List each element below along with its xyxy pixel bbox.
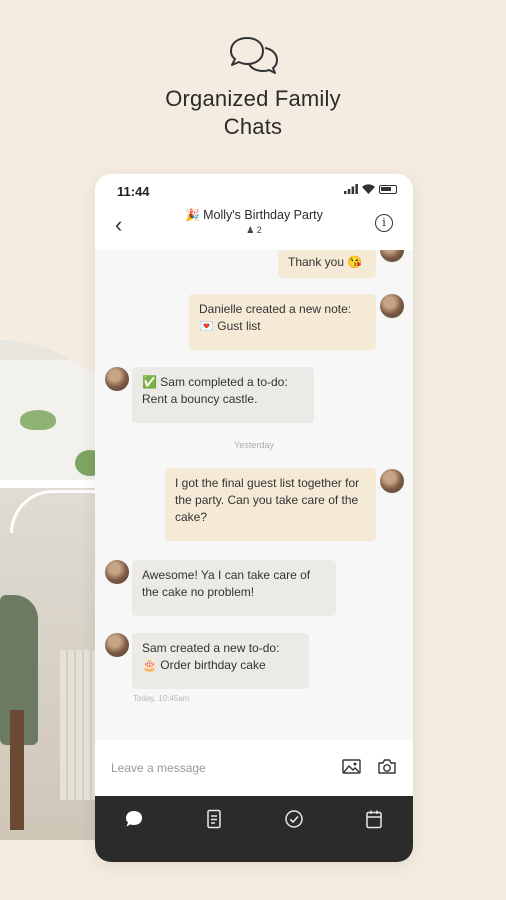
member-count: ♟ 2 <box>95 225 413 236</box>
plant <box>20 410 56 430</box>
phone-screen: 11:44 ‹ 🎉 Molly's Birthday Party ♟ 2 i Th… <box>95 174 413 862</box>
chat-header: ‹ 🎉 Molly's Birthday Party ♟ 2 i <box>95 204 413 250</box>
avatar <box>105 367 129 391</box>
avatar <box>380 469 404 493</box>
status-time: 11:44 <box>117 184 150 199</box>
battery-icon <box>379 184 397 194</box>
message-bubble: ✅ Sam completed a to-do: Rent a bouncy c… <box>132 367 314 423</box>
message-bubble: Sam created a new to-do: 🎂 Order birthda… <box>132 633 309 689</box>
message-composer: Leave a message <box>95 740 413 796</box>
headline-line-2: Chats <box>223 114 283 139</box>
calendar-icon[interactable] <box>363 808 385 830</box>
day-divider: Yesterday <box>234 440 274 450</box>
chair-leg <box>10 710 24 830</box>
message-list: Thank you 😘 Danielle created a new note:… <box>95 250 413 740</box>
avatar <box>105 560 129 584</box>
message-text: Danielle created a new note: <box>199 302 352 316</box>
chat-title-text: Molly's Birthday Party <box>203 208 323 222</box>
message-text: Thank you 😘 <box>288 255 363 269</box>
avatar <box>380 294 404 318</box>
avatar <box>105 633 129 657</box>
image-icon[interactable] <box>342 759 361 774</box>
message-bubble: I got the final guest list together for … <box>165 468 376 541</box>
camera-icon[interactable] <box>377 758 397 775</box>
status-bar: 11:44 <box>95 174 413 204</box>
info-icon[interactable]: i <box>375 214 393 232</box>
todo-title: 🎂 Order birthday cake <box>142 658 266 672</box>
message-input[interactable]: Leave a message <box>111 761 206 775</box>
message-text: ✅ Sam completed a to-do: <box>142 375 288 389</box>
message-text: I got the final guest list together for … <box>175 476 360 524</box>
note-title: 💌 Gust list <box>199 319 261 333</box>
todo-title: Rent a bouncy castle. <box>142 392 258 406</box>
chat-bubbles-icon <box>230 37 278 74</box>
headline-line-1: Organized Family <box>165 86 341 111</box>
chat-icon[interactable] <box>123 808 145 830</box>
message-bubble: Danielle created a new note: 💌 Gust list <box>189 294 376 350</box>
message-text: Awesome! Ya I can take care of the cake … <box>142 568 311 599</box>
avatar <box>380 250 404 262</box>
signal-icon <box>344 184 358 194</box>
todo-icon[interactable] <box>283 808 305 830</box>
wifi-icon <box>362 184 375 194</box>
person-icon: ♟ <box>246 225 255 235</box>
member-count-value: 2 <box>256 225 262 235</box>
message-bubble: Awesome! Ya I can take care of the cake … <box>132 560 336 616</box>
notes-icon[interactable] <box>203 808 225 830</box>
party-emoji: 🎉 <box>185 208 201 222</box>
message-text: Sam created a new to-do: <box>142 641 280 655</box>
chat-title: 🎉 Molly's Birthday Party <box>95 208 413 222</box>
tab-bar <box>95 796 413 862</box>
timestamp: Today, 10:45am <box>133 694 190 703</box>
status-icons <box>344 184 397 194</box>
message-bubble: Thank you 😘 <box>278 250 376 278</box>
